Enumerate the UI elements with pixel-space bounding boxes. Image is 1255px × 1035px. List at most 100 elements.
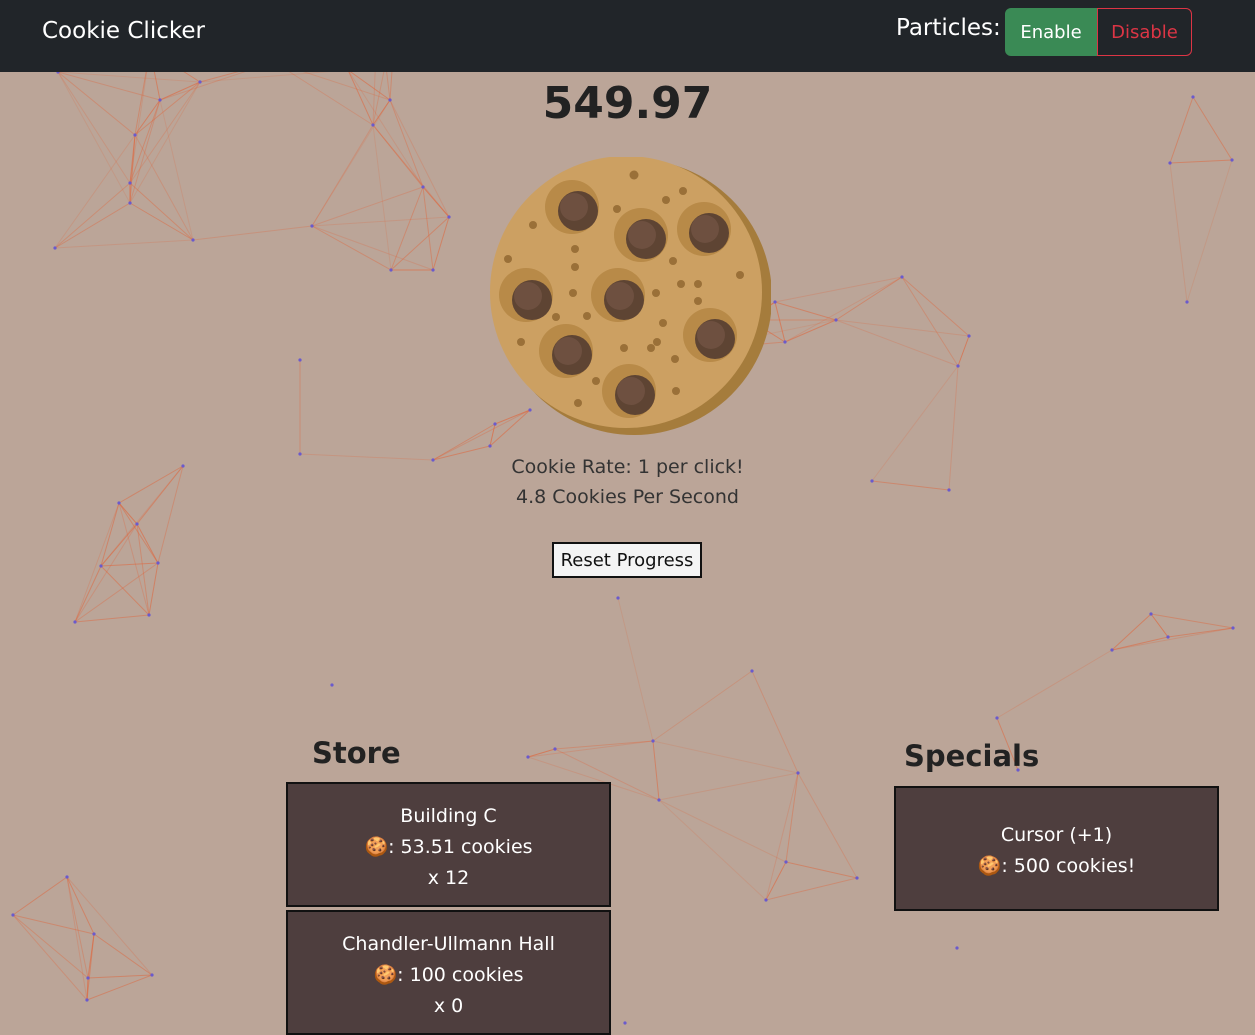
particle-dot [447, 215, 451, 219]
particle-dot [65, 875, 69, 879]
chip [614, 208, 668, 262]
particle-link [652, 740, 660, 801]
cookie-button[interactable] [486, 157, 771, 437]
special-item-cost-row: 🍪: 500 cookies! [896, 851, 1217, 882]
store-item-cost-row: 🍪: 53.51 cookies [288, 832, 609, 863]
particle-link [66, 876, 88, 1001]
particle-link [901, 276, 970, 337]
particle-link [527, 740, 654, 758]
chip [677, 202, 731, 256]
particle-link [785, 861, 858, 879]
particle-link [785, 772, 799, 863]
store-item-cost: : 53.51 cookies [388, 836, 533, 858]
particle-dot [967, 334, 971, 338]
particle-link [311, 124, 374, 227]
particle-link [100, 565, 150, 616]
particle-link [311, 225, 392, 271]
particle-link [422, 186, 434, 271]
special-item-name: Cursor (+1) [1000, 824, 1113, 846]
cookie-icon: 🍪 [373, 964, 398, 986]
disable-particles-button[interactable]: Disable [1097, 8, 1192, 56]
particle-dot [53, 246, 57, 250]
cookie-count: 549.97 [542, 78, 713, 129]
particle-dot [488, 444, 492, 448]
particle-dot [651, 739, 655, 743]
particle-link [54, 182, 131, 249]
particle-dot [553, 747, 557, 751]
particle-dot [1149, 612, 1153, 616]
special-item-cursor[interactable]: Cursor (+1) 🍪: 500 cookies! [894, 786, 1219, 911]
particle-dot [995, 716, 999, 720]
particle-dot [128, 181, 132, 185]
particle-dot [1168, 161, 1172, 165]
chip [499, 268, 553, 322]
particle-link [751, 670, 799, 774]
particle-link [901, 276, 959, 367]
particle-link [54, 134, 136, 249]
particle-link [774, 301, 837, 321]
particle-link [86, 933, 95, 1001]
particle-link [12, 914, 88, 1001]
particle-link [527, 748, 556, 758]
particle-dot [764, 898, 768, 902]
particle-dot [773, 300, 777, 304]
particle-link [784, 276, 903, 343]
particle-dot [956, 364, 960, 368]
particle-link [658, 799, 787, 863]
store-item-name: Chandler-Ullmann Hall [342, 933, 555, 955]
particle-dot [1110, 648, 1114, 652]
particle-link [765, 877, 858, 901]
particle-link [100, 562, 159, 567]
particle-dot [421, 185, 425, 189]
cookie-rate: Cookie Rate: 1 per click! [511, 456, 744, 478]
particle-dot [135, 522, 139, 526]
app-title[interactable]: Cookie Clicker [42, 18, 205, 44]
store-item-owned: x 12 [427, 867, 470, 889]
store-item-owned: x 0 [433, 995, 464, 1017]
store-item-name: Building C [400, 805, 497, 827]
particle-dot [330, 683, 334, 687]
particle-link [86, 974, 153, 1001]
particle-link [372, 124, 392, 271]
particle-link [12, 876, 68, 916]
particle-dot [99, 564, 103, 568]
particle-link [1169, 159, 1233, 164]
particle-dot [526, 755, 530, 759]
reset-progress-button[interactable]: Reset Progress [552, 542, 702, 578]
particle-dot [657, 798, 661, 802]
particle-dot [389, 268, 393, 272]
particle-link [100, 523, 138, 567]
store-item-building-c[interactable]: Building C 🍪: 53.51 cookies x 12 [286, 782, 611, 907]
chip [591, 268, 645, 322]
particle-dot [133, 133, 137, 137]
particle-link [797, 772, 858, 879]
particle-link [652, 670, 753, 742]
particle-link [554, 740, 654, 750]
particle-link [136, 523, 159, 564]
particle-dot [85, 998, 89, 1002]
particle-link [148, 562, 159, 616]
particle-dot [784, 860, 788, 864]
particle-link [1186, 159, 1233, 303]
particles-toggle-group: Enable Disable [1005, 8, 1192, 56]
particle-link [390, 186, 424, 271]
enable-particles-button[interactable]: Enable [1005, 8, 1097, 56]
particle-dot [616, 596, 620, 600]
particle-link [658, 799, 767, 901]
particle-link [74, 614, 150, 623]
particle-dot [1230, 158, 1234, 162]
particle-dot [870, 479, 874, 483]
particle-link [54, 202, 131, 249]
store-item-chandler-ullmann-hall[interactable]: Chandler-Ullmann Hall 🍪: 100 cookies x 0 [286, 910, 611, 1035]
particle-link [66, 876, 153, 976]
cookie-icon: 🍪 [977, 855, 1002, 877]
particle-dot [1185, 300, 1189, 304]
chip [539, 324, 593, 378]
particle-dot [750, 669, 754, 673]
particle-dot [955, 946, 959, 950]
particle-dot [73, 620, 77, 624]
particle-link [957, 335, 970, 367]
cookie-icon: 🍪 [364, 836, 389, 858]
particle-dot [1166, 635, 1170, 639]
particle-link [652, 740, 799, 774]
